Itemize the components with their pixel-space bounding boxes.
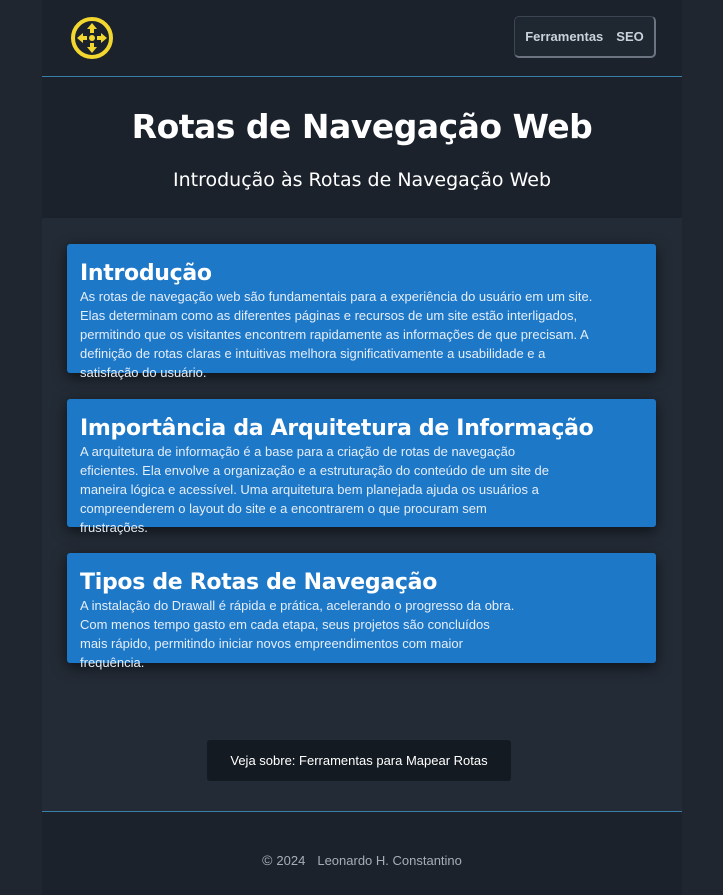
card-text: A arquitetura de informação é a base par…: [80, 444, 550, 535]
card-text: As rotas de navegação web são fundamenta…: [80, 289, 593, 380]
card-title: Importância da Arquitetura de Informação: [80, 416, 594, 441]
page-subtitle: Introdução às Rotas de Navegação Web: [172, 169, 551, 191]
page-title: Rotas de Navegação Web: [131, 107, 593, 146]
crosshair-arrows-icon[interactable]: [70, 16, 114, 60]
card-introducao: Introdução As rotas de navegação web são…: [67, 244, 656, 380]
card-arquitetura-informacao: Importância da Arquitetura de Informação…: [67, 399, 656, 535]
footer-year: 2024: [276, 853, 306, 868]
hero-section: Rotas de Navegação Web Introdução às Rot…: [42, 77, 682, 218]
footer-text: © 2024 Leonardo H. Constantino: [42, 852, 682, 868]
card-text: A instalação do Drawall é rápida e práti…: [80, 598, 515, 670]
copyright-icon: ©: [262, 852, 273, 868]
footer-author: Leonardo H. Constantino: [317, 853, 462, 868]
card-tipos-rotas: Tipos de Rotas de Navegação A instalação…: [67, 553, 656, 670]
footer: © 2024 Leonardo H. Constantino: [42, 811, 682, 895]
nav-link-seo[interactable]: SEO: [616, 29, 643, 44]
page: Ferramentas SEO Rotas de Navegação Web I…: [42, 0, 682, 895]
card-title: Tipos de Rotas de Navegação: [80, 570, 438, 595]
top-bar: Ferramentas SEO: [42, 0, 682, 77]
see-also-button[interactable]: Veja sobre: Ferramentas para Mapear Rota…: [207, 740, 511, 781]
card-title: Introdução: [80, 261, 212, 286]
nav-link-ferramentas[interactable]: Ferramentas: [525, 29, 603, 44]
main-nav: Ferramentas SEO: [514, 16, 656, 58]
